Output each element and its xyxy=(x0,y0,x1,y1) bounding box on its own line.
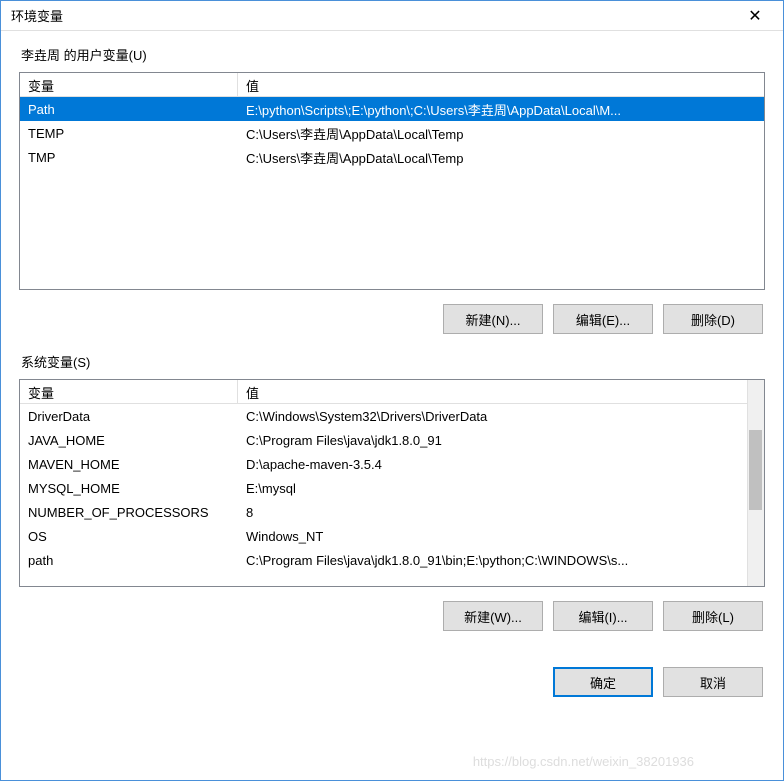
cell-variable: NUMBER_OF_PROCESSORS xyxy=(20,503,238,522)
system-delete-button[interactable]: 删除(L) xyxy=(663,601,763,631)
table-row[interactable]: NUMBER_OF_PROCESSORS8 xyxy=(20,500,747,524)
cell-variable: TMP xyxy=(20,148,238,167)
cell-variable: MYSQL_HOME xyxy=(20,479,238,498)
system-variables-table[interactable]: 变量 值 DriverDataC:\Windows\System32\Drive… xyxy=(19,379,765,587)
table-row[interactable]: TEMPC:\Users\李垚周\AppData\Local\Temp xyxy=(20,121,764,145)
dialog-button-row: 确定 取消 xyxy=(19,667,765,697)
cell-value: C:\Users\李垚周\AppData\Local\Temp xyxy=(238,122,764,145)
system-variables-section: 系统变量(S) 变量 值 DriverDataC:\Windows\System… xyxy=(19,352,765,631)
cell-value: 8 xyxy=(238,503,747,522)
table-header: 变量 值 xyxy=(20,73,764,97)
close-button[interactable]: ✕ xyxy=(735,2,775,30)
cell-value: E:\python\Scripts\;E:\python\;C:\Users\李… xyxy=(238,98,764,121)
table-row[interactable]: MAVEN_HOMED:\apache-maven-3.5.4 xyxy=(20,452,747,476)
cell-variable: Path xyxy=(20,100,238,119)
close-icon: ✕ xyxy=(748,6,761,26)
cell-variable: path xyxy=(20,551,238,570)
titlebar: 环境变量 ✕ xyxy=(1,1,783,31)
environment-variables-dialog: 环境变量 ✕ 李垚周 的用户变量(U) 变量 值 PathE:\python\S… xyxy=(0,0,784,781)
user-edit-button[interactable]: 编辑(E)... xyxy=(553,304,653,334)
table-row[interactable]: DriverDataC:\Windows\System32\Drivers\Dr… xyxy=(20,404,747,428)
table-row[interactable]: OSWindows_NT xyxy=(20,524,747,548)
cell-variable: JAVA_HOME xyxy=(20,431,238,450)
header-value[interactable]: 值 xyxy=(238,380,764,403)
cell-value: C:\Program Files\java\jdk1.8.0_91 xyxy=(238,431,747,450)
header-value[interactable]: 值 xyxy=(238,73,764,96)
system-section-label: 系统变量(S) xyxy=(19,352,765,371)
table-row[interactable]: PathE:\python\Scripts\;E:\python\;C:\Use… xyxy=(20,97,764,121)
user-table-body: PathE:\python\Scripts\;E:\python\;C:\Use… xyxy=(20,97,764,169)
user-section-label: 李垚周 的用户变量(U) xyxy=(19,45,765,64)
cell-variable: DriverData xyxy=(20,407,238,426)
scrollbar[interactable] xyxy=(747,380,764,586)
user-new-button[interactable]: 新建(N)... xyxy=(443,304,543,334)
table-row[interactable]: MYSQL_HOMEE:\mysql xyxy=(20,476,747,500)
scroll-thumb[interactable] xyxy=(749,430,762,510)
dialog-content: 李垚周 的用户变量(U) 变量 值 PathE:\python\Scripts\… xyxy=(1,31,783,780)
cell-variable: TEMP xyxy=(20,124,238,143)
cell-value: Windows_NT xyxy=(238,527,747,546)
user-variables-section: 李垚周 的用户变量(U) 变量 值 PathE:\python\Scripts\… xyxy=(19,45,765,334)
table-header: 变量 值 xyxy=(20,380,764,404)
system-table-body: DriverDataC:\Windows\System32\Drivers\Dr… xyxy=(20,404,747,572)
table-row[interactable]: JAVA_HOMEC:\Program Files\java\jdk1.8.0_… xyxy=(20,428,747,452)
system-edit-button[interactable]: 编辑(I)... xyxy=(553,601,653,631)
cell-value: C:\Users\李垚周\AppData\Local\Temp xyxy=(238,146,764,169)
user-variables-table[interactable]: 变量 值 PathE:\python\Scripts\;E:\python\;C… xyxy=(19,72,765,290)
window-title: 环境变量 xyxy=(11,6,63,25)
cell-value: D:\apache-maven-3.5.4 xyxy=(238,455,747,474)
user-button-row: 新建(N)... 编辑(E)... 删除(D) xyxy=(19,304,765,334)
header-variable[interactable]: 变量 xyxy=(20,73,238,96)
ok-button[interactable]: 确定 xyxy=(553,667,653,697)
user-delete-button[interactable]: 删除(D) xyxy=(663,304,763,334)
cell-value: E:\mysql xyxy=(238,479,747,498)
system-new-button[interactable]: 新建(W)... xyxy=(443,601,543,631)
system-button-row: 新建(W)... 编辑(I)... 删除(L) xyxy=(19,601,765,631)
table-row[interactable]: pathC:\Program Files\java\jdk1.8.0_91\bi… xyxy=(20,548,747,572)
cell-variable: MAVEN_HOME xyxy=(20,455,238,474)
header-variable[interactable]: 变量 xyxy=(20,380,238,403)
cancel-button[interactable]: 取消 xyxy=(663,667,763,697)
table-row[interactable]: TMPC:\Users\李垚周\AppData\Local\Temp xyxy=(20,145,764,169)
cell-value: C:\Windows\System32\Drivers\DriverData xyxy=(238,407,747,426)
cell-value: C:\Program Files\java\jdk1.8.0_91\bin;E:… xyxy=(238,551,747,570)
cell-variable: OS xyxy=(20,527,238,546)
